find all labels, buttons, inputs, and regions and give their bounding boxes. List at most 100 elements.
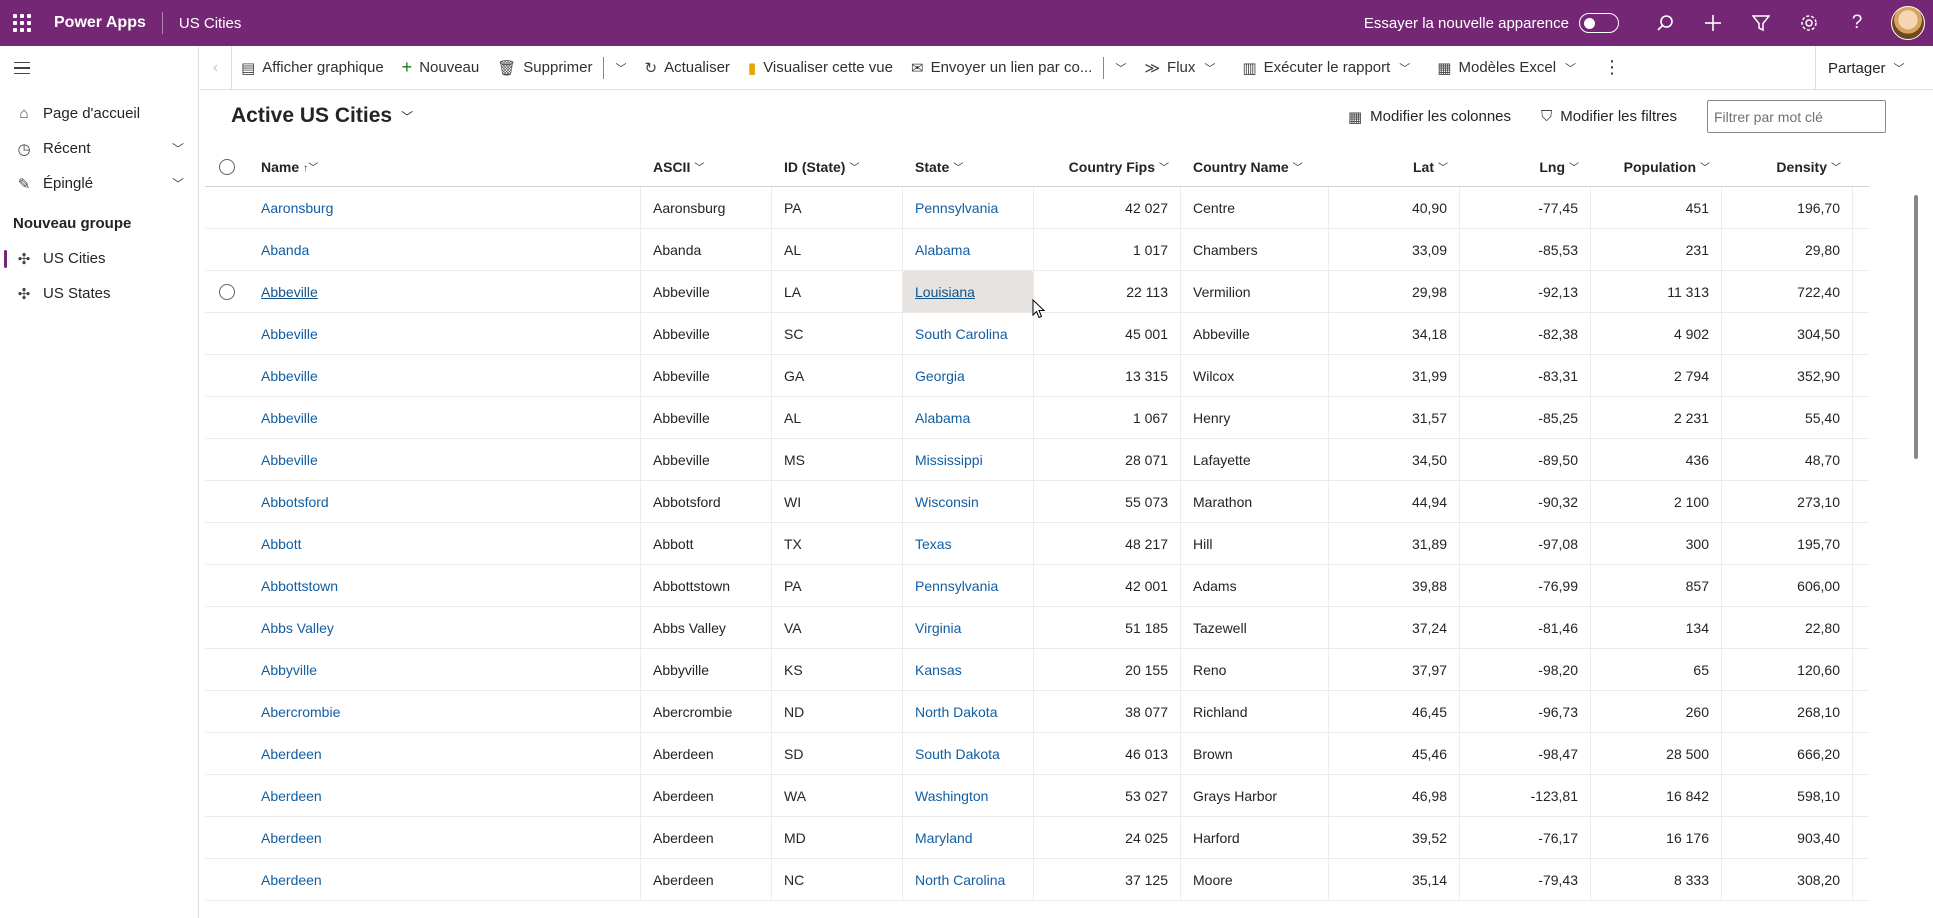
cell-name-link[interactable]: Abanda [261,242,309,258]
row-select-radio[interactable] [205,439,249,480]
nav-item-pinned[interactable]: ✎ Épinglé ﹀ [0,166,198,201]
cell-name[interactable]: Abercrombie [249,691,641,732]
more-commands-icon[interactable]: ⋮ [1594,46,1630,90]
chevron-down-icon[interactable]: ﹀ [172,140,184,157]
column-header-name[interactable]: Name ↑﹀ [249,147,641,186]
table-row[interactable]: Abbeville Abbeville MS Mississippi 28 071 Laf… [205,439,1869,481]
table-row[interactable]: Abercrombie Abercrombie ND North Dakota 38 0… [205,691,1869,733]
cell-state[interactable]: Maryland [903,817,1034,858]
column-header-density[interactable]: Density ﹀ [1722,147,1853,186]
row-select-radio[interactable] [205,733,249,774]
delete-button[interactable]: 🗑 Supprimer [488,46,601,90]
cell-state[interactable]: Alabama [903,397,1034,438]
cell-state[interactable]: Washington [903,775,1034,816]
cell-name[interactable]: Abbeville [249,355,641,396]
nav-item-recent[interactable]: ◷ Récent ﹀ [0,131,198,166]
column-header-population[interactable]: Population ﹀ [1591,147,1722,186]
cell-name[interactable]: Abbeville [249,313,641,354]
row-select-radio[interactable] [205,607,249,648]
cell-state[interactable]: Kansas [903,649,1034,690]
cell-name[interactable]: Aberdeen [249,817,641,858]
sidebar-item-us-cities[interactable]: ✣ US Cities [0,241,198,276]
new-look-toggle[interactable] [1579,13,1619,33]
column-header-country-name[interactable]: Country Name ﹀ [1181,147,1329,186]
cell-state-link[interactable]: Mississippi [915,452,983,468]
chevron-down-icon[interactable]: ﹀ [172,175,184,192]
cell-state[interactable]: North Carolina [903,859,1034,900]
cell-state-link[interactable]: South Dakota [915,746,1000,762]
cell-state-link[interactable]: Alabama [915,242,970,258]
column-header-id-state[interactable]: ID (State) ﹀ [772,147,903,186]
new-button[interactable]: + Nouveau [393,46,489,90]
cell-state[interactable]: Pennsylvania [903,187,1034,228]
chevron-down-icon[interactable]: ﹀ [606,60,635,76]
cell-name-link[interactable]: Abbeville [261,284,318,300]
cell-name-link[interactable]: Abbeville [261,452,318,468]
cell-state-link[interactable]: Alabama [915,410,970,426]
table-row[interactable]: Aberdeen Aberdeen NC North Carolina 37 125 Mo… [205,859,1869,901]
cell-state[interactable]: Wisconsin [903,481,1034,522]
excel-templates-button[interactable]: ▦ Modèles Excel ﹀ [1428,46,1594,90]
row-select-radio[interactable] [205,565,249,606]
cell-name-link[interactable]: Abbott [261,536,301,552]
row-select-radio[interactable] [205,355,249,396]
flow-button[interactable]: ≫ Flux ﹀ [1135,46,1233,90]
table-row[interactable]: Abbyville Abbyville KS Kansas 20 155 Reno 37,9… [205,649,1869,691]
cell-name-link[interactable]: Abbeville [261,368,318,384]
cell-name[interactable]: Abbott [249,523,641,564]
table-row[interactable]: Abbott Abbott TX Texas 48 217 Hill 31,89 -97,08… [205,523,1869,565]
cell-state[interactable]: Mississippi [903,439,1034,480]
table-row[interactable]: Abbeville Abbeville SC South Carolina 45 001… [205,313,1869,355]
cell-state-link[interactable]: Pennsylvania [915,200,998,216]
visualize-view-button[interactable]: ▮ Visualiser cette vue [739,46,902,90]
column-header-lat[interactable]: Lat ﹀ [1329,147,1460,186]
cell-name[interactable]: Abanda [249,229,641,270]
column-header-ascii[interactable]: ASCII ﹀ [641,147,772,186]
vertical-scrollbar[interactable] [1914,195,1918,459]
cell-state-link[interactable]: Georgia [915,368,965,384]
nav-item-home[interactable]: ⌂ Page d'accueil [0,96,198,131]
run-report-button[interactable]: ▥ Exécuter le rapport ﹀ [1233,46,1428,90]
cell-name[interactable]: Aberdeen [249,859,641,900]
column-header-country-fips[interactable]: Country Fips ﹀ [1034,147,1181,186]
sidebar-item-us-states[interactable]: ✣ US States [0,276,198,311]
show-chart-button[interactable]: ▤ Afficher graphique [232,46,393,90]
email-link-button[interactable]: ✉ Envoyer un lien par co... [902,46,1101,90]
cell-state[interactable]: Alabama [903,229,1034,270]
row-select-radio[interactable] [205,775,249,816]
column-header-state[interactable]: State ﹀ [903,147,1034,186]
cell-state-link[interactable]: Wisconsin [915,494,979,510]
cell-state[interactable]: South Carolina [903,313,1034,354]
cell-name-link[interactable]: Abbs Valley [261,620,334,636]
row-select-radio[interactable] [205,397,249,438]
cell-state-link[interactable]: North Carolina [915,872,1005,888]
table-row[interactable]: Aberdeen Aberdeen SD South Dakota 46 013 Brow… [205,733,1869,775]
view-selector[interactable]: Active US Cities ﹀ [231,104,413,128]
row-select-radio[interactable] [205,481,249,522]
cell-name[interactable]: Abbs Valley [249,607,641,648]
table-row[interactable]: Aberdeen Aberdeen WA Washington 53 027 Grays … [205,775,1869,817]
select-all-radio[interactable] [205,147,249,186]
cell-state[interactable]: Louisiana [903,271,1034,312]
hamburger-menu-icon[interactable] [0,46,44,90]
cell-name-link[interactable]: Aberdeen [261,746,322,762]
cell-state-link[interactable]: Louisiana [915,284,975,300]
cell-name[interactable]: Abbotsford [249,481,641,522]
cell-name[interactable]: Abbeville [249,271,641,312]
table-row[interactable]: Abbs Valley Abbs Valley VA Virginia 51 185 Ta… [205,607,1869,649]
table-row[interactable]: Abanda Abanda AL Alabama 1 017 Chambers 33,09 -… [205,229,1869,271]
edit-filters-button[interactable]: ⛉ Modifier les filtres [1541,108,1677,125]
row-select-radio[interactable] [205,313,249,354]
row-select-radio[interactable] [205,649,249,690]
cell-name[interactable]: Aberdeen [249,775,641,816]
app-launcher-icon[interactable] [0,0,44,46]
cell-name-link[interactable]: Aaronsburg [261,200,333,216]
cell-name[interactable]: Abbeville [249,439,641,480]
cell-state-link[interactable]: Washington [915,788,988,804]
cell-name[interactable]: Aberdeen [249,733,641,774]
cell-name[interactable]: Abbeville [249,397,641,438]
table-row[interactable]: Abbeville Abbeville AL Alabama 1 067 Henry 31,… [205,397,1869,439]
table-row[interactable]: Aberdeen Aberdeen MD Maryland 24 025 Harford 3… [205,817,1869,859]
cell-name[interactable]: Abbyville [249,649,641,690]
cell-name[interactable]: Aaronsburg [249,187,641,228]
